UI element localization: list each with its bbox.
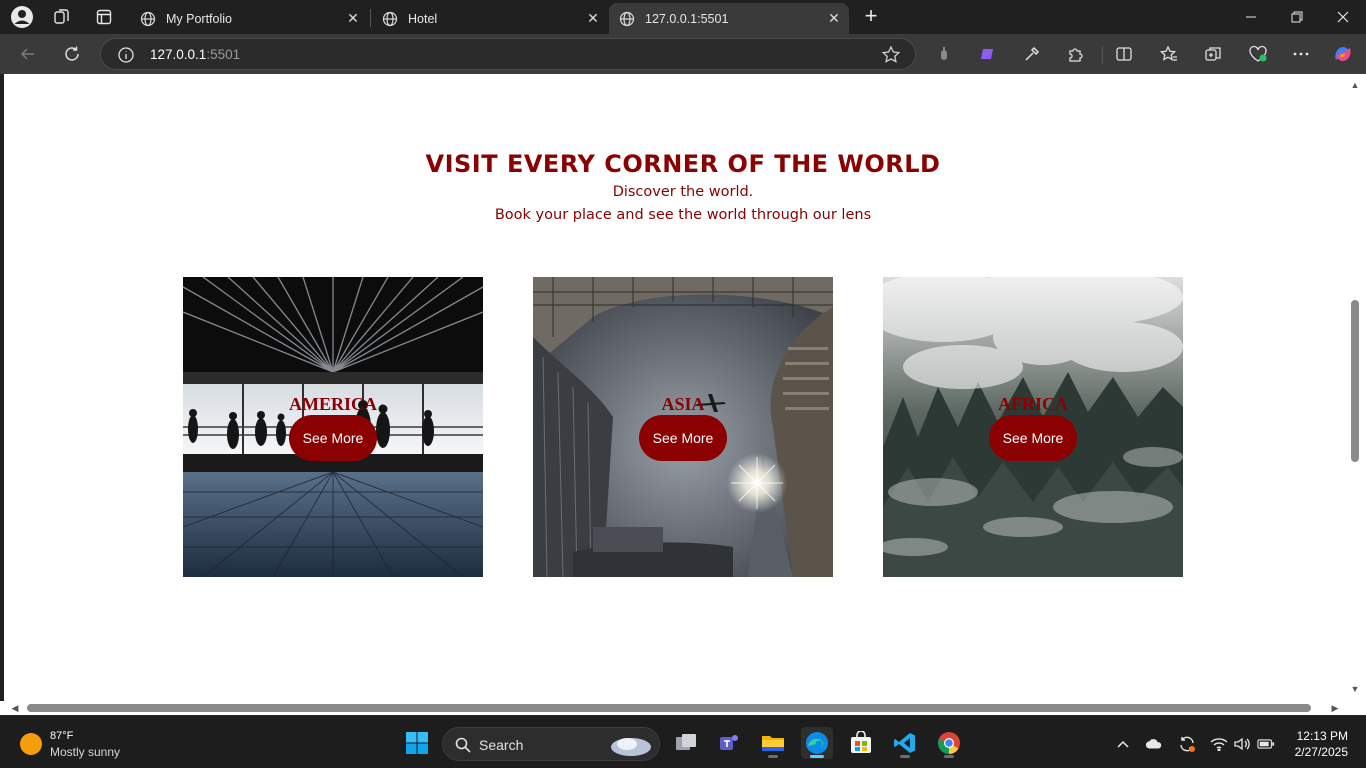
tab-my-portfolio[interactable]: My Portfolio ✕: [130, 3, 368, 34]
teams-icon: [720, 735, 738, 750]
browser-toolbar: 127.0.0.1:5501: [0, 34, 1366, 74]
browser-essentials-icon[interactable]: [1246, 42, 1270, 66]
minimize-button[interactable]: [1228, 0, 1274, 34]
card-title: AMERICA: [289, 394, 377, 414]
folder-icon: [762, 736, 784, 751]
store-icon: [851, 731, 871, 753]
extension-icon[interactable]: [932, 42, 956, 66]
windows-logo-icon: [406, 732, 428, 754]
vertical-tabs-icon[interactable]: [90, 5, 118, 29]
collections-icon[interactable]: [1201, 42, 1225, 66]
clipchamp-extension-icon[interactable]: [976, 42, 1000, 66]
weather-description: Mostly sunny: [50, 745, 121, 759]
taskbar-search[interactable]: Search: [442, 727, 660, 761]
new-tab-button[interactable]: +: [858, 5, 884, 29]
edge-button[interactable]: [801, 727, 833, 759]
file-explorer-button[interactable]: [757, 727, 789, 759]
clock-time: 12:13 PM: [1296, 729, 1348, 743]
close-tab-icon[interactable]: ✕: [586, 11, 600, 25]
page-subtitle: Discover the world.: [612, 184, 754, 200]
battery-icon[interactable]: [1257, 735, 1275, 753]
favorites-icon[interactable]: [1157, 42, 1181, 66]
globe-icon: [140, 11, 156, 26]
page-title: VISIT EVERY CORNER OF THE WORLD: [425, 150, 941, 178]
see-more-button[interactable]: See More: [289, 415, 377, 461]
sync-update-icon[interactable]: [1178, 735, 1196, 753]
globe-icon: [382, 11, 398, 26]
windows-taskbar: 87°F Mostly sunny Search 12:13 PM 2/27/2…: [0, 719, 1366, 768]
scroll-left-arrow-icon[interactable]: ◀: [10, 703, 20, 713]
scroll-down-arrow-icon[interactable]: ▼: [1350, 684, 1360, 694]
clock-date: 2/27/2025: [1294, 745, 1348, 759]
sun-weather-icon: [20, 733, 42, 755]
vertical-scrollbar-thumb[interactable]: [1351, 300, 1359, 462]
teams-button[interactable]: [713, 727, 745, 759]
tab-divider: [370, 9, 371, 27]
profile-icon[interactable]: [8, 5, 36, 29]
close-window-button[interactable]: [1320, 0, 1366, 34]
destination-card-africa: AFRICA See More: [883, 277, 1183, 577]
volume-icon[interactable]: [1233, 735, 1251, 753]
scrollbar-corner: [1348, 701, 1366, 715]
extensions-puzzle-icon[interactable]: [1064, 42, 1088, 66]
browser-tab-strip: My Portfolio ✕ Hotel ✕ 127.0.0.1:5501 ✕ …: [0, 0, 1366, 34]
copilot-icon[interactable]: [1331, 42, 1355, 66]
task-view-button[interactable]: [670, 727, 702, 759]
scroll-right-arrow-icon[interactable]: ▶: [1330, 703, 1340, 713]
onedrive-cloud-icon[interactable]: [1145, 735, 1163, 753]
tab-hotel[interactable]: Hotel ✕: [372, 3, 608, 34]
edge-icon: [806, 732, 828, 754]
vscode-button[interactable]: [889, 727, 921, 759]
search-icon: [455, 737, 471, 753]
workspaces-icon[interactable]: [48, 5, 76, 29]
wifi-icon[interactable]: [1210, 735, 1228, 753]
search-label: Search: [479, 737, 524, 753]
chrome-icon: [938, 732, 960, 754]
card-title: ASIA: [661, 394, 705, 414]
scroll-up-arrow-icon[interactable]: ▲: [1350, 80, 1360, 90]
task-view-icon: [676, 734, 696, 750]
page-tagline: Book your place and see the world throug…: [494, 207, 872, 223]
favorite-star-icon[interactable]: [881, 45, 901, 65]
weather-temperature: 87°F: [50, 730, 74, 742]
site-info-icon[interactable]: [117, 46, 135, 64]
restore-button[interactable]: [1274, 0, 1320, 34]
active-app-indicator: [810, 755, 824, 758]
settings-more-icon[interactable]: [1289, 42, 1313, 66]
back-button[interactable]: [16, 42, 40, 66]
tab-localhost[interactable]: 127.0.0.1:5501 ✕: [609, 3, 849, 34]
url-port: :5501: [206, 47, 241, 62]
chrome-button[interactable]: [933, 727, 965, 759]
search-highlight-icon: [611, 738, 651, 756]
color-picker-icon[interactable]: [1020, 42, 1044, 66]
vscode-icon: [894, 733, 915, 753]
globe-icon: [619, 11, 635, 26]
address-bar[interactable]: 127.0.0.1:5501: [100, 38, 916, 70]
page-viewport: VISIT EVERY CORNER OF THE WORLD Discover…: [4, 74, 1348, 701]
see-more-button[interactable]: See More: [989, 415, 1077, 461]
destination-card-america: AMERICA See More: [183, 277, 483, 577]
url-host: 127.0.0.1: [150, 47, 207, 62]
split-screen-icon[interactable]: [1112, 42, 1136, 66]
destination-card-asia: ASIA See More: [533, 277, 833, 577]
close-tab-icon[interactable]: ✕: [827, 11, 841, 25]
tab-title: My Portfolio: [166, 11, 232, 26]
tab-title: 127.0.0.1:5501: [645, 11, 729, 26]
see-more-button[interactable]: See More: [639, 415, 727, 461]
address-url[interactable]: 127.0.0.1:5501: [150, 47, 240, 62]
start-button[interactable]: [401, 727, 433, 759]
close-tab-icon[interactable]: ✕: [346, 11, 360, 25]
microsoft-store-button[interactable]: [845, 727, 877, 759]
refresh-button[interactable]: [60, 42, 84, 66]
horizontal-scrollbar-thumb[interactable]: [27, 704, 1311, 712]
running-indicator: [944, 755, 954, 758]
card-title: AFRICA: [998, 394, 1068, 414]
running-indicator: [900, 755, 910, 758]
show-hidden-icons-chevron-icon[interactable]: [1114, 735, 1132, 753]
tab-title: Hotel: [408, 11, 438, 26]
toolbar-divider: [1102, 46, 1103, 64]
running-indicator: [768, 755, 778, 758]
